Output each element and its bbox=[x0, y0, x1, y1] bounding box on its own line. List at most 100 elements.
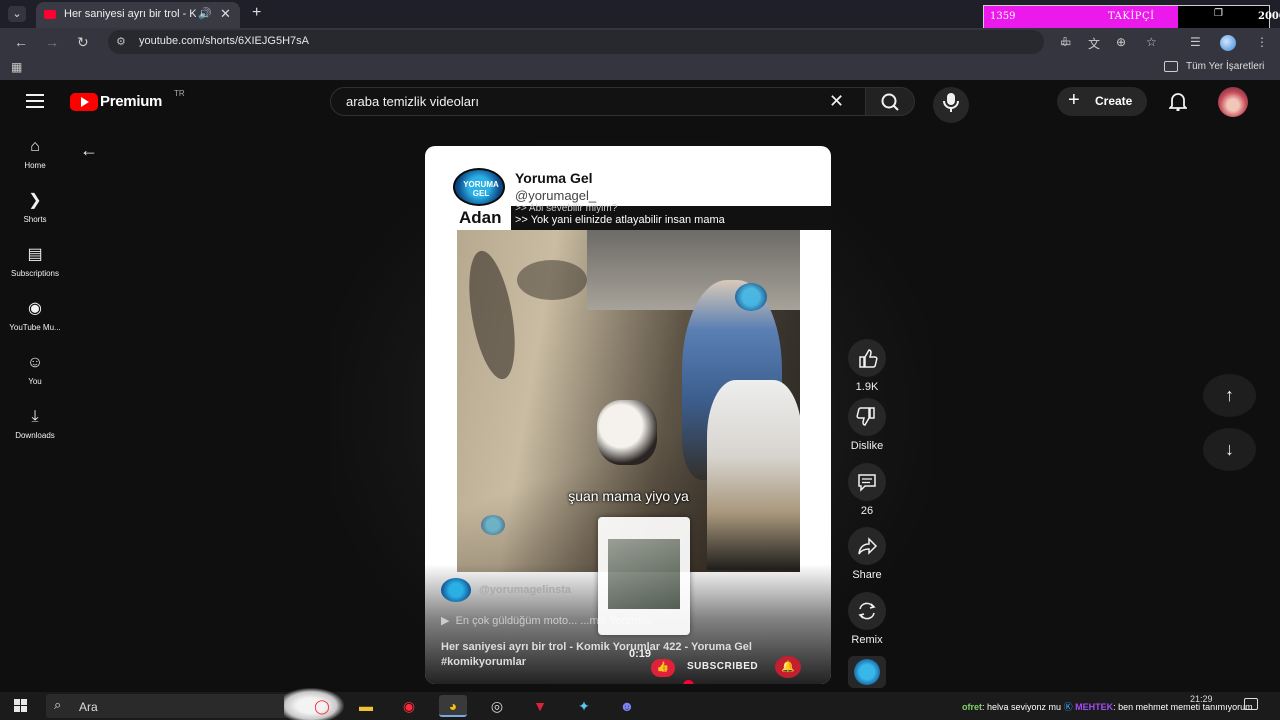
youtube-music-icon: ◉ bbox=[28, 300, 42, 317]
apps-grid-icon[interactable]: ▦ bbox=[11, 60, 22, 74]
arrow-up-icon: ↑ bbox=[1225, 385, 1234, 405]
sidebar-item-label: YouTube Mu... bbox=[9, 323, 61, 332]
channel-logo-small bbox=[441, 578, 471, 602]
browser-tab-strip: ⌄ Her saniyesi ayrı bir trol - K 🔊 ✕ + 1… bbox=[0, 0, 1280, 30]
window-restore-icon[interactable]: ❐ bbox=[1214, 8, 1223, 19]
taskbar-clock[interactable]: 21:29 bbox=[1190, 694, 1213, 704]
follower-progress-remaining bbox=[1178, 6, 1269, 29]
channel-audio-thumbnail[interactable] bbox=[848, 656, 886, 688]
opera-icon[interactable]: ◯ bbox=[308, 695, 336, 717]
search-icon: ⌕ bbox=[54, 697, 62, 712]
follower-count: 1359 bbox=[990, 11, 1016, 22]
discord-icon[interactable]: ☻ bbox=[613, 695, 641, 717]
url-text[interactable]: youtube.com/shorts/6XIEJG5H7sA bbox=[139, 35, 309, 47]
microphone-icon bbox=[943, 93, 959, 112]
channel-logo: YORUMA GEL bbox=[453, 168, 505, 206]
capcut-icon[interactable]: ▼ bbox=[526, 695, 554, 717]
video-channel-handle: @yorumagel_ bbox=[515, 188, 597, 203]
follower-label: TAKİPÇİ bbox=[1108, 11, 1155, 22]
tab-close-icon[interactable]: ✕ bbox=[220, 6, 231, 22]
forward-icon[interactable]: → bbox=[45, 34, 59, 50]
address-bar[interactable]: ⚙ youtube.com/shorts/6XIEJG5H7sA ⇩ bbox=[108, 30, 1070, 54]
chat-username: ofret bbox=[962, 702, 982, 712]
clear-search-icon[interactable]: ✕ bbox=[829, 91, 844, 112]
thumb-down-icon[interactable] bbox=[848, 398, 886, 436]
file-explorer-icon[interactable]: ▬ bbox=[352, 695, 380, 717]
like-count: 1.9K bbox=[855, 381, 879, 393]
next-short-button[interactable]: ↓ bbox=[1203, 428, 1256, 471]
subscriptions-icon: ▤ bbox=[27, 246, 43, 263]
video-dog bbox=[597, 400, 657, 465]
folder-icon[interactable] bbox=[1164, 61, 1178, 72]
streamlabs-icon[interactable]: ✦ bbox=[570, 695, 598, 717]
subscribed-label: SUBSCRIBED bbox=[687, 661, 759, 672]
obs-icon[interactable]: ◎ bbox=[483, 695, 511, 717]
sidebar-item-subscriptions[interactable]: ▤ Subscriptions bbox=[0, 245, 70, 295]
site-info-icon[interactable]: ⚙ bbox=[116, 35, 126, 48]
browser-menu-icon[interactable]: ⋮ bbox=[1256, 35, 1268, 49]
notifications-bell-icon[interactable] bbox=[1167, 91, 1189, 112]
sidebar-item-shorts[interactable]: ❯ Shorts bbox=[0, 191, 70, 241]
video-progress-knob[interactable] bbox=[683, 680, 694, 684]
windows-start-icon[interactable] bbox=[14, 699, 28, 713]
tab-search-dropdown[interactable]: ⌄ bbox=[8, 6, 26, 22]
you-icon: ☺ bbox=[26, 354, 44, 371]
back-icon[interactable]: ← bbox=[14, 34, 28, 50]
channel-watermark-icon bbox=[735, 283, 767, 311]
channel-watermark-icon bbox=[481, 515, 505, 535]
reload-icon[interactable]: ↻ bbox=[77, 34, 89, 51]
sidebar-item-label: Downloads bbox=[15, 431, 55, 440]
remix-icon[interactable] bbox=[848, 592, 886, 630]
new-tab-button[interactable]: + bbox=[252, 4, 261, 22]
sidebar-item-you[interactable]: ☺ You bbox=[0, 353, 70, 403]
chrome-icon[interactable]: ◕ bbox=[439, 695, 467, 717]
chat-message: : helva seviyonz mu bbox=[982, 702, 1062, 712]
browser-profile-icon[interactable] bbox=[1220, 35, 1236, 51]
search-input[interactable]: araba temizlik videoları ✕ bbox=[330, 87, 866, 116]
search-button[interactable] bbox=[865, 87, 915, 116]
voice-search-button[interactable] bbox=[933, 87, 969, 123]
preview-image bbox=[608, 539, 680, 609]
comment-count: 26 bbox=[860, 505, 874, 517]
back-arrow-icon[interactable]: ← bbox=[80, 140, 98, 161]
bookmarks-bar: ▦ Tüm Yer İşaretleri bbox=[0, 56, 1280, 80]
account-avatar[interactable] bbox=[1218, 87, 1248, 117]
sidebar-item-label: Subscriptions bbox=[10, 269, 60, 278]
share-icon[interactable] bbox=[848, 527, 886, 565]
guide-sidebar: ⌂ Home ❯ Shorts ▤ Subscriptions ◉ YouTub… bbox=[0, 122, 70, 682]
downloads-icon: ⤓ bbox=[31, 408, 39, 425]
zoom-icon[interactable]: ⊕ bbox=[1116, 35, 1126, 49]
browser-tab-active[interactable]: Her saniyesi ayrı bir trol - K 🔊 ✕ bbox=[36, 2, 240, 28]
cast-icon[interactable]: ▭ bbox=[1060, 35, 1071, 49]
previous-short-button[interactable]: ↑ bbox=[1203, 374, 1256, 417]
tab-audio-icon[interactable]: 🔊 bbox=[198, 7, 212, 20]
premium-wordmark[interactable]: Premium bbox=[100, 93, 162, 110]
youtube-logo-icon[interactable] bbox=[70, 93, 98, 111]
sidebar-item-downloads[interactable]: ⤓ Downloads bbox=[0, 407, 70, 457]
reading-list-icon[interactable]: ☰ bbox=[1190, 35, 1201, 49]
notification-center-icon[interactable] bbox=[1244, 698, 1258, 710]
thumb-up-icon[interactable] bbox=[848, 339, 886, 377]
all-bookmarks-link[interactable]: Tüm Yer İşaretleri bbox=[1186, 61, 1264, 72]
subtitle-current: >> Yok yani elinizde atlayabilir insan m… bbox=[515, 214, 725, 226]
chat-badge-icon: Ⓚ bbox=[1063, 702, 1073, 712]
taskbar-search-placeholder: Ara bbox=[79, 700, 98, 714]
browser-toolbar: ← → ↻ ⚙ youtube.com/shorts/6XIEJG5H7sA ⇩… bbox=[0, 28, 1280, 56]
bell-icon: 🔔 bbox=[775, 656, 801, 678]
subtitle-previous: >> Abi sevebilir miyim? bbox=[515, 203, 618, 214]
search-query[interactable]: araba temizlik videoları bbox=[346, 94, 479, 109]
search-icon bbox=[881, 93, 899, 111]
taskbar-search[interactable]: ⌕ Ara bbox=[46, 688, 344, 720]
video-channel-name: Yoruma Gel bbox=[515, 170, 593, 186]
translate-icon[interactable]: 文 bbox=[1088, 35, 1100, 52]
country-code: TR bbox=[174, 89, 185, 98]
menu-icon[interactable] bbox=[26, 94, 44, 108]
comment-icon[interactable] bbox=[848, 463, 886, 501]
bookmark-star-icon[interactable]: ☆ bbox=[1146, 35, 1157, 49]
tab-title: Her saniyesi ayrı bir trol - K bbox=[64, 8, 196, 20]
create-button[interactable]: + Create bbox=[1057, 87, 1147, 116]
sidebar-item-home[interactable]: ⌂ Home bbox=[0, 137, 70, 187]
sidebar-item-youtube-music[interactable]: ◉ YouTube Mu... bbox=[0, 299, 70, 349]
dislike-label: Dislike bbox=[850, 440, 884, 452]
youtube-music-app-icon[interactable]: ◉ bbox=[395, 695, 423, 717]
